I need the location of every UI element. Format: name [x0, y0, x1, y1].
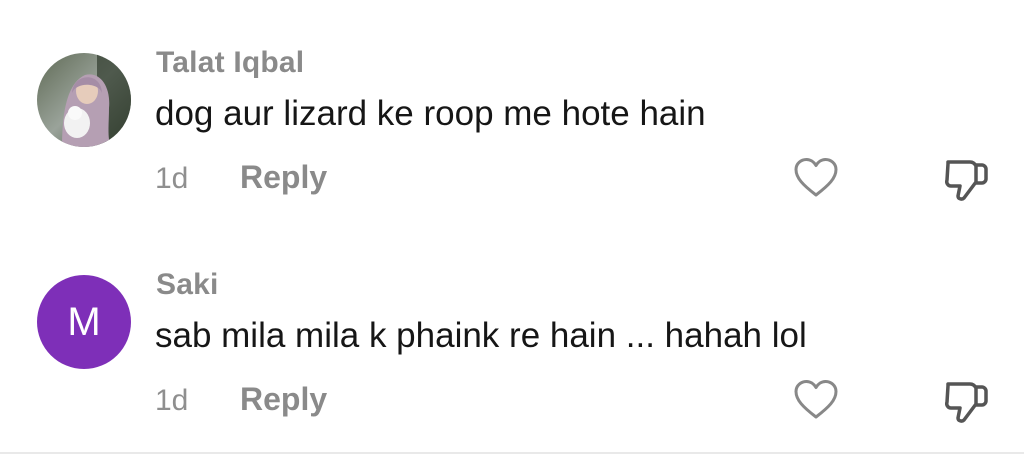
comment-text: sab mila mila k phaink re hain ... hahah…: [155, 316, 807, 355]
reply-button[interactable]: Reply: [240, 381, 327, 418]
comment-timestamp: 1d: [155, 162, 189, 195]
dislike-button[interactable]: [942, 378, 990, 424]
comment-text: dog aur lizard ke roop me hote hain: [155, 94, 706, 133]
heart-outline-icon: [794, 158, 838, 197]
comment-timestamp: 1d: [155, 384, 189, 417]
like-button[interactable]: [793, 379, 839, 421]
reply-button[interactable]: Reply: [240, 159, 327, 196]
thumbs-down-outline-icon: [945, 160, 988, 201]
dislike-button[interactable]: [942, 156, 990, 202]
thumbs-down-outline-icon: [945, 382, 988, 423]
heart-outline-icon: [794, 380, 838, 419]
avatar[interactable]: M: [37, 275, 131, 369]
comment-username[interactable]: Saki: [156, 268, 219, 302]
comment-username[interactable]: Talat Iqbal: [156, 46, 304, 80]
avatar-photo: [37, 53, 131, 147]
avatar[interactable]: [37, 53, 131, 147]
divider: [0, 452, 1024, 454]
avatar-initial: M: [67, 299, 101, 344]
like-button[interactable]: [793, 157, 839, 199]
